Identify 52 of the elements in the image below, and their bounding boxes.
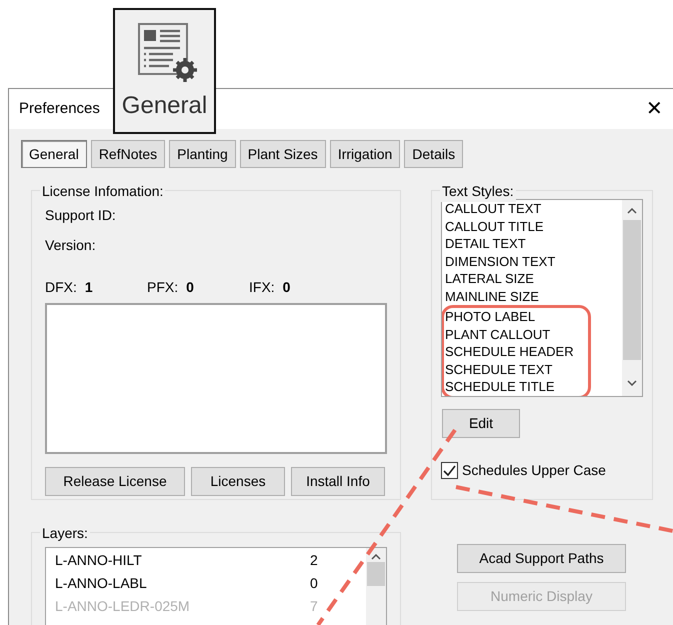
scroll-up-icon[interactable] bbox=[627, 208, 637, 214]
layer-name: L-ANNO-LABL bbox=[55, 574, 148, 593]
text-style-item[interactable]: SCHEDULE TITLE bbox=[445, 378, 588, 396]
tab[interactable]: RefNotes bbox=[90, 140, 166, 168]
text-style-item[interactable]: SCHEDULE TEXT bbox=[445, 360, 588, 378]
scroll-down-icon[interactable] bbox=[627, 380, 637, 386]
text-style-item[interactable]: MAINLINE SIZE bbox=[445, 288, 622, 305]
count-label: IFX: bbox=[249, 278, 275, 297]
checkbox-label: Schedules Upper Case bbox=[462, 461, 606, 480]
license-text-area[interactable] bbox=[45, 303, 387, 454]
layer-count: 0 bbox=[310, 574, 318, 593]
count-label: PFX: bbox=[147, 278, 178, 297]
tab[interactable]: Irrigation bbox=[330, 140, 400, 168]
text-style-item[interactable]: PLANT CALLOUT bbox=[445, 326, 588, 343]
button[interactable]: Acad Support Paths bbox=[457, 544, 626, 573]
text-style-item[interactable]: CALLOUT TITLE bbox=[445, 218, 622, 235]
count-value: 1 bbox=[84, 278, 93, 297]
support-id-label: Support ID: bbox=[45, 206, 117, 225]
count-label: DFX: bbox=[45, 278, 77, 297]
button[interactable]: Release License bbox=[45, 467, 185, 496]
layer-name: L-ANNO-HILT bbox=[55, 551, 143, 570]
layer-name: L-ANNO-LEDR-025M bbox=[55, 597, 191, 616]
tab[interactable]: Planting bbox=[169, 140, 236, 168]
checkbox[interactable] bbox=[441, 462, 458, 479]
button[interactable]: Install Info bbox=[291, 467, 385, 496]
tab[interactable]: General bbox=[21, 140, 87, 168]
count-value: 0 bbox=[282, 278, 290, 297]
button[interactable]: Edit bbox=[442, 409, 520, 438]
close-button[interactable]: ✕ bbox=[646, 94, 663, 124]
text-styles-list[interactable]: CALLOUT TEXT CALLOUT TITLE DETAIL TEXT DIMENSION TEXT LATERAL SIZE MAINLINE SIZE PHOTO LABEL PLANT CALLOUT SCHEDULE HEADER SCHEDULE TEXT SCHEDULE TITLE bbox=[441, 199, 643, 397]
layer-count: 2 bbox=[310, 551, 318, 570]
window-title: Preferences bbox=[19, 98, 100, 119]
button[interactable]: Licenses bbox=[191, 467, 285, 496]
text-style-item[interactable]: PHOTO LABEL bbox=[445, 308, 588, 326]
tab[interactable]: Plant Sizes bbox=[240, 140, 326, 168]
text-style-item[interactable]: DIMENSION TEXT bbox=[445, 252, 622, 270]
version-label: Version: bbox=[45, 236, 97, 255]
scroll-up-icon[interactable] bbox=[371, 554, 381, 560]
count-value: 0 bbox=[186, 278, 194, 297]
text-style-item[interactable]: DETAIL TEXT bbox=[445, 235, 622, 252]
layer-row[interactable]: L-ANNO-HILT 2 bbox=[55, 549, 366, 572]
tab[interactable]: Details bbox=[404, 140, 464, 168]
text-style-item[interactable]: LATERAL SIZE bbox=[445, 270, 622, 288]
text-style-item[interactable]: CALLOUT TEXT bbox=[445, 200, 622, 218]
layers-list[interactable]: L-ANNO-HILT 2 L-ANNO-LABL 0 L-ANNO-LEDR-025M 7 bbox=[45, 547, 387, 625]
checkmark-icon bbox=[443, 464, 456, 477]
layer-count: 7 bbox=[310, 597, 318, 616]
text-style-item[interactable]: SCHEDULE HEADER bbox=[445, 343, 588, 360]
layer-row[interactable]: L-ANNO-LABL 0 bbox=[55, 572, 366, 595]
scroll-thumb[interactable] bbox=[623, 220, 641, 360]
callout-label: General bbox=[122, 91, 208, 121]
scroll-thumb[interactable] bbox=[367, 562, 385, 586]
